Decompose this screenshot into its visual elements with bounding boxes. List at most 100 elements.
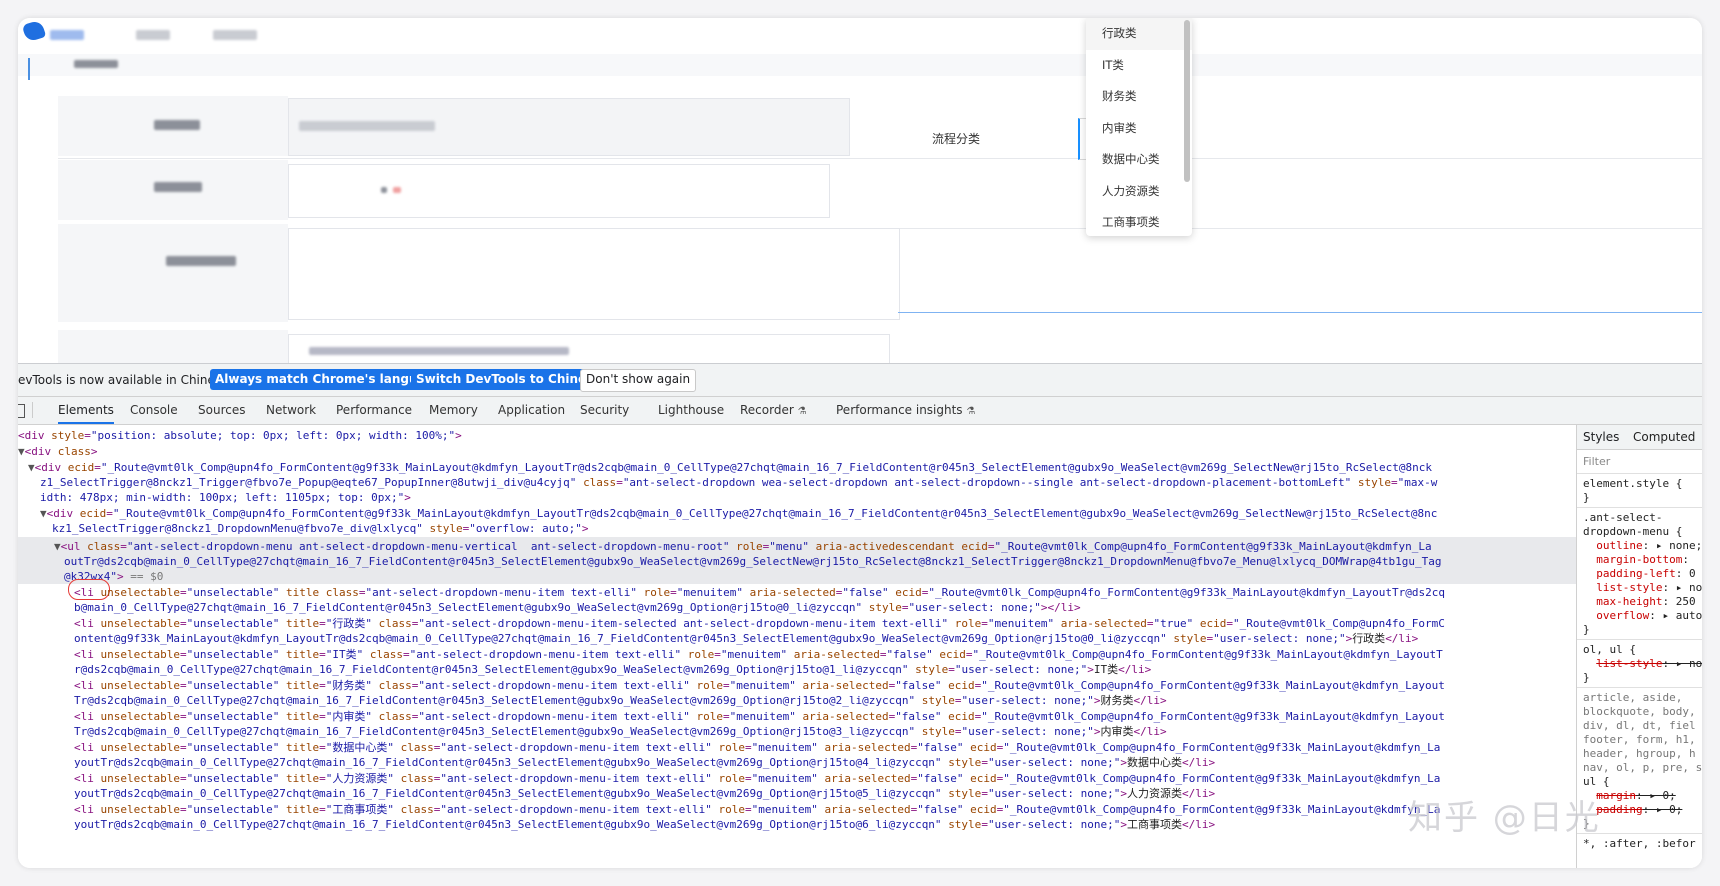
dom-line[interactable]: <li unselectable="unselectable" title cl… xyxy=(74,585,1445,600)
category-dropdown-menu[interactable]: 行政类 IT类 财务类 内审类 数据中心类 人力资源类 工商事项类 xyxy=(1086,18,1192,236)
tab-application[interactable]: Application xyxy=(498,397,565,424)
style-rule[interactable]: div, dl, dt, fiel xyxy=(1583,719,1696,733)
dom-line[interactable]: ontent@g9f33k_MainLayout@kdmfyn_LayoutTr… xyxy=(74,631,1418,646)
dom-line[interactable]: <li unselectable="unselectable" title="内… xyxy=(74,709,1445,724)
tab-sources[interactable]: Sources xyxy=(198,397,245,424)
form-label-cell xyxy=(58,224,288,322)
divider xyxy=(1577,473,1702,474)
style-rule[interactable]: blockquote, body, xyxy=(1583,705,1696,719)
style-prop[interactable]: outline: ▸ none; xyxy=(1583,539,1702,553)
dont-show-again-button[interactable]: Don't show again xyxy=(580,369,697,392)
tab-memory[interactable]: Memory xyxy=(429,397,478,424)
tab-recorder[interactable]: Recorder ⚗ xyxy=(740,397,807,424)
style-prop[interactable]: padding-left: 0 xyxy=(1583,567,1695,581)
dom-tree[interactable]: <div style="position: absolute; top: 0px… xyxy=(18,425,1576,868)
dom-line[interactable]: <li unselectable="unselectable" title="财… xyxy=(74,678,1445,693)
experiment-flask-icon: ⚗ xyxy=(966,406,976,417)
dropdown-item[interactable]: IT类 xyxy=(1086,50,1192,82)
tab-performance[interactable]: Performance xyxy=(336,397,412,424)
form-label-cell xyxy=(58,330,288,363)
dom-line[interactable]: <li unselectable="unselectable" title="行… xyxy=(74,616,1445,631)
inspect-toggle-icon[interactable] xyxy=(18,404,25,418)
styles-tabbar: Styles Computed xyxy=(1577,425,1702,450)
style-rule[interactable]: ol, ul { xyxy=(1583,643,1636,657)
dom-line[interactable]: <li unselectable="unselectable" title="I… xyxy=(74,647,1443,662)
form-field[interactable] xyxy=(288,334,890,363)
style-prop[interactable]: margin-bottom: xyxy=(1583,553,1689,567)
dom-line[interactable]: <li unselectable="unselectable" title="工… xyxy=(74,802,1440,817)
style-prop[interactable]: overflow: ▸ auto xyxy=(1583,609,1702,623)
dom-line[interactable]: youtTr@ds2cqb@main_0_CellType@27chqt@mai… xyxy=(74,817,1215,832)
dropdown-item[interactable]: 财务类 xyxy=(1086,81,1192,113)
dropdown-item[interactable]: 人力资源类 xyxy=(1086,176,1192,208)
divider xyxy=(58,158,1702,159)
dropdown-item[interactable]: 内审类 xyxy=(1086,113,1192,145)
styles-filter-input[interactable]: Filter xyxy=(1583,455,1610,468)
form-field[interactable] xyxy=(288,98,850,156)
dropdown-item[interactable]: 行政类 xyxy=(1086,18,1192,50)
web-app: 流程分类 行政类 IT类 财务类 内审类 数据中心类 人力资源类 工商事项类 xyxy=(18,18,1702,363)
style-rule[interactable]: ul { xyxy=(1583,775,1610,789)
dom-line[interactable]: kz1_SelectTrigger@8nckz1_DropdownMenu@fb… xyxy=(52,521,588,536)
style-rule[interactable]: element.style { xyxy=(1583,477,1682,491)
tab-console[interactable]: Console xyxy=(130,397,178,424)
dom-line[interactable]: Tr@ds2cqb@main_0_CellType@27chqt@main_16… xyxy=(74,724,1167,739)
dom-line[interactable]: Tr@ds2cqb@main_0_CellType@27chqt@main_16… xyxy=(74,693,1167,708)
style-prop[interactable]: max-height: 250 xyxy=(1583,595,1695,609)
style-rule[interactable]: article, aside, xyxy=(1583,691,1682,705)
dom-line[interactable]: youtTr@ds2cqb@main_0_CellType@27chqt@mai… xyxy=(74,755,1215,770)
style-rule[interactable]: nav, ol, p, pre, s xyxy=(1583,761,1702,775)
field-value xyxy=(299,121,435,131)
watermark: 知乎 @日光 xyxy=(1408,798,1601,838)
field-value xyxy=(393,187,401,193)
dropdown-item[interactable]: 工商事项类 xyxy=(1086,207,1192,239)
tab-computed[interactable]: Computed xyxy=(1633,430,1695,444)
tab-network[interactable]: Network xyxy=(266,397,316,424)
tab-lighthouse[interactable]: Lighthouse xyxy=(658,397,724,424)
style-rule[interactable]: *, :after, :befor xyxy=(1583,837,1696,851)
dom-line[interactable]: ▼<div ecid="_Route@vmt0lk_Comp@upn4fo_Fo… xyxy=(28,460,1432,475)
tab-security[interactable]: Security xyxy=(580,397,629,424)
app-logo-icon xyxy=(21,19,47,43)
dom-line[interactable]: r@ds2cqb@main_0_CellType@27chqt@main_16_… xyxy=(74,662,1151,677)
form-label xyxy=(154,182,202,192)
category-label: 流程分类 xyxy=(932,132,981,146)
style-rule[interactable]: dropdown-menu { xyxy=(1583,525,1682,539)
app-header xyxy=(18,18,1702,54)
tab-performance-insights-label: Performance insights xyxy=(836,403,963,417)
divider xyxy=(1577,507,1702,508)
style-rule: } xyxy=(1583,491,1590,504)
form-textarea[interactable] xyxy=(288,228,900,320)
dom-line[interactable]: <div style="position: absolute; top: 0px… xyxy=(18,428,462,443)
nav-item[interactable] xyxy=(136,30,170,40)
divider xyxy=(1577,687,1702,688)
tab-elements[interactable]: Elements xyxy=(58,397,114,424)
form-label-cell xyxy=(58,160,288,220)
dom-line[interactable]: youtTr@ds2cqb@main_0_CellType@27chqt@mai… xyxy=(74,786,1215,801)
style-rule[interactable]: footer, form, h1, xyxy=(1583,733,1696,747)
dom-line-selected[interactable]: outTr@ds2cqb@main_0_CellType@27chqt@main… xyxy=(64,554,1442,569)
dom-line[interactable]: ▼<div class> xyxy=(18,444,98,459)
style-rule[interactable]: header, hgroup, h xyxy=(1583,747,1696,761)
dom-line-selected[interactable]: ▼<ul class="ant-select-dropdown-menu ant… xyxy=(54,539,1432,554)
dom-line[interactable]: <li unselectable="unselectable" title="人… xyxy=(74,771,1440,786)
tab-performance-insights[interactable]: Performance insights ⚗ xyxy=(836,397,975,424)
sub-header xyxy=(18,54,1702,76)
dom-line[interactable]: <li unselectable="unselectable" title="数… xyxy=(74,740,1440,755)
switch-to-chinese-button[interactable]: Switch DevTools to Chinese xyxy=(411,369,607,390)
dom-line[interactable]: b@main_0_CellType@27chqt@main_16_7_Field… xyxy=(74,600,1081,615)
section-title xyxy=(74,60,118,68)
screenshot-frame: 流程分类 行政类 IT类 财务类 内审类 数据中心类 人力资源类 工商事项类 e… xyxy=(18,18,1702,868)
dom-line[interactable]: ▼<div ecid="_Route@vmt0lk_Comp@upn4fo_Fo… xyxy=(40,506,1437,521)
dom-line[interactable]: idth: 478px; min-width: 100px; left: 110… xyxy=(40,490,411,505)
dom-line[interactable]: z1_SelectTrigger@8nckz1_Trigger@fbvo7e_P… xyxy=(40,475,1437,490)
style-prop[interactable]: list-style: ▸ no xyxy=(1583,581,1702,595)
style-prop[interactable]: list-style: ▸ no xyxy=(1583,657,1702,671)
style-rule: } xyxy=(1583,623,1590,636)
dropdown-scrollbar[interactable] xyxy=(1184,20,1190,182)
style-rule[interactable]: .ant-select- xyxy=(1583,511,1662,525)
form-field[interactable] xyxy=(288,164,830,218)
tab-styles[interactable]: Styles xyxy=(1583,430,1619,444)
nav-item[interactable] xyxy=(213,30,257,40)
dropdown-item[interactable]: 数据中心类 xyxy=(1086,144,1192,176)
